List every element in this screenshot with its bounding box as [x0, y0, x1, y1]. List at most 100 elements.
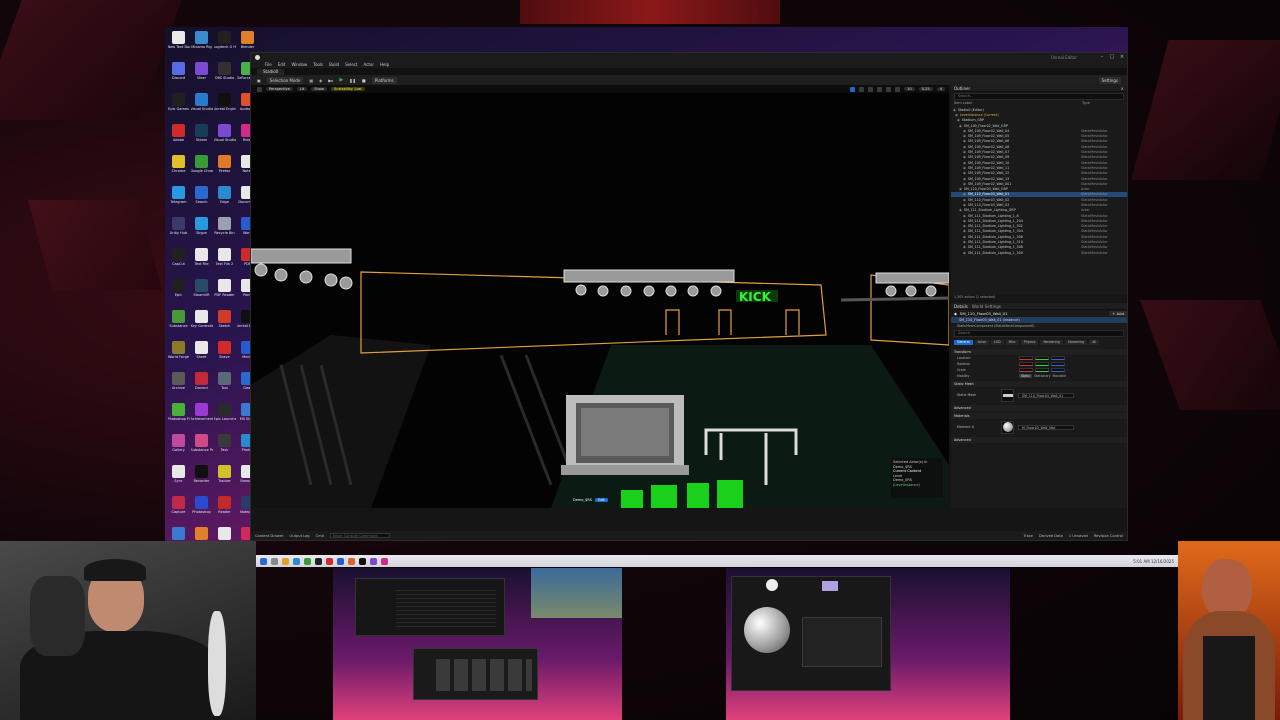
rotate-tool-icon[interactable]: [868, 86, 874, 92]
desktop-shortcut[interactable]: Sketch: [213, 308, 236, 339]
desktop-shortcut[interactable]: Blender 4: [190, 525, 213, 541]
show-button[interactable]: Show: [311, 87, 327, 91]
visibility-eye-icon[interactable]: ◉: [963, 145, 966, 149]
rotation-y[interactable]: [1035, 362, 1049, 366]
desktop-shortcut[interactable]: Substance: [167, 308, 190, 339]
desktop-shortcut[interactable]: World Forge: [167, 339, 190, 370]
outliner-row[interactable]: ◉ SM_109_Floor02_Wall_07 StaticMeshActor: [951, 149, 1127, 154]
outliner-row[interactable]: ◉ SM_109_Floor02_Wall_05 StaticMeshActor: [951, 133, 1127, 138]
outliner-title[interactable]: Outliner: [954, 86, 970, 91]
trace-button[interactable]: Trace: [1023, 534, 1033, 538]
desktop-shortcut[interactable]: Tool: [213, 370, 236, 401]
visibility-eye-icon[interactable]: ◉: [963, 192, 966, 196]
taskbar-app-icon[interactable]: [359, 557, 366, 565]
desktop-shortcut[interactable]: Reader: [213, 494, 236, 525]
material-thumbnail[interactable]: [1001, 420, 1014, 434]
rotation-x[interactable]: [1019, 362, 1033, 366]
taskbar-app-icon[interactable]: [370, 557, 377, 565]
details-filter-tab[interactable]: Streaming: [1064, 340, 1088, 345]
mesh-thumbnail[interactable]: [1001, 388, 1014, 402]
visibility-eye-icon[interactable]: ◉: [963, 177, 966, 181]
material-combo[interactable]: M_Floor03_Wall_Mat: [1018, 424, 1074, 430]
scale-x[interactable]: [1019, 368, 1033, 372]
location-z[interactable]: [1051, 356, 1065, 360]
taskbar-app-icon[interactable]: [293, 557, 300, 565]
desktop-shortcut[interactable]: Photoshop Files: [167, 401, 190, 432]
desktop-shortcut[interactable]: Mixamo Rig: [190, 29, 213, 60]
desktop-shortcut[interactable]: OBS Studio: [213, 60, 236, 91]
desktop-shortcut[interactable]: New Text Document: [167, 29, 190, 60]
visibility-eye-icon[interactable]: ◉: [957, 118, 960, 122]
badge-tag[interactable]: Edit: [595, 498, 608, 502]
location-y[interactable]: [1035, 356, 1049, 360]
visibility-eye-icon[interactable]: ◉: [963, 224, 966, 228]
outliner-row[interactable]: ◉ SM_110_Floor03_Wall_03 StaticMeshActor: [951, 202, 1127, 207]
tab-level[interactable]: Stadio0: [257, 68, 285, 75]
visibility-eye-icon[interactable]: ◉: [963, 161, 966, 165]
visibility-eye-icon[interactable]: ◉: [963, 129, 966, 133]
outliner-row[interactable]: ◉ SM_109_Floor02_Wall_001 StaticMeshActor: [951, 181, 1127, 186]
close-icon[interactable]: ×: [1117, 54, 1127, 60]
desktop-shortcut[interactable]: Davinci: [190, 370, 213, 401]
outliner-row[interactable]: ◉ SM_111_Stadium_Lighting_1_304 StaticMesh…: [951, 229, 1127, 234]
desktop-shortcut[interactable]: Achievement: [190, 401, 213, 432]
desktop-shortcut[interactable]: Key Controller: [190, 308, 213, 339]
move-tool-icon[interactable]: [859, 86, 865, 92]
desktop-shortcut[interactable]: Brave: [213, 339, 236, 370]
details-filter-tab[interactable]: Misc: [1005, 340, 1019, 345]
cinematics-icon[interactable]: ▶▸: [328, 78, 333, 83]
maximize-icon[interactable]: □: [1107, 54, 1117, 60]
output-log-button[interactable]: Output Log: [290, 534, 310, 538]
desktop-shortcut[interactable]: Text File: [190, 246, 213, 277]
desktop-shortcut[interactable]: Viber: [190, 60, 213, 91]
visibility-eye-icon[interactable]: ◉: [963, 203, 966, 207]
visibility-eye-icon[interactable]: ◉: [963, 251, 966, 255]
col-type[interactable]: Type: [1082, 101, 1124, 107]
cmd-dropdown[interactable]: Cmd: [316, 534, 324, 538]
menu-item[interactable]: Help: [380, 62, 389, 67]
desktop-shortcut[interactable]: App: [167, 525, 190, 541]
scale-y[interactable]: [1035, 368, 1049, 372]
selection-mode-button[interactable]: Selection Mode: [266, 76, 304, 84]
pause-icon[interactable]: ❚❚: [349, 78, 356, 83]
scalability-warning[interactable]: Scalability: Low: [330, 87, 365, 91]
outliner-row[interactable]: ◉ SM_109_Floor02_Wall_12 StaticMeshActor: [951, 171, 1127, 176]
taskbar-app-icon[interactable]: [348, 557, 355, 565]
settings-button[interactable]: Settings: [1098, 76, 1121, 84]
desktop-shortcut[interactable]: Gallery: [167, 432, 190, 463]
desktop-shortcut[interactable]: Telegram: [167, 184, 190, 215]
visibility-eye-icon[interactable]: ◉: [959, 187, 962, 191]
desktop-shortcut[interactable]: Edge: [213, 184, 236, 215]
details-filter-tab[interactable]: Rendering: [1040, 340, 1063, 345]
desktop-shortcut[interactable]: Firefox: [213, 153, 236, 184]
desktop-shortcut[interactable]: Visual Studio: [213, 122, 236, 153]
desktop-shortcut[interactable]: Visual Studio Code: [190, 91, 213, 122]
visibility-eye-icon[interactable]: ◉: [963, 150, 966, 154]
menu-item[interactable]: Select: [345, 62, 357, 67]
desktop-shortcut[interactable]: Tracker: [213, 463, 236, 494]
desktop-shortcut[interactable]: Epic Launcher: [213, 401, 236, 432]
details-filter-tab[interactable]: Actor: [974, 340, 989, 345]
taskbar-app-icon[interactable]: [337, 557, 344, 565]
details-filter-tab[interactable]: Physics: [1020, 340, 1039, 345]
world-settings-tab[interactable]: World Settings: [972, 304, 1001, 309]
visibility-eye-icon[interactable]: ◉: [953, 108, 956, 112]
desktop-shortcut[interactable]: Discord: [167, 60, 190, 91]
outliner-row[interactable]: ◉ SM_110_Floor03_Wall_GRP Actor: [951, 186, 1127, 191]
outliner-search-input[interactable]: Search...: [954, 93, 1124, 100]
derived-data-button[interactable]: Derived Data: [1039, 534, 1063, 538]
tray-clock[interactable]: 5:01 AM 12/16/2025: [1133, 559, 1178, 564]
desktop-shortcut[interactable]: Steam: [190, 122, 213, 153]
stop-icon[interactable]: ■: [362, 78, 366, 83]
window-preview-2[interactable]: [726, 568, 1010, 720]
visibility-eye-icon[interactable]: ◉: [955, 113, 958, 117]
start-icon[interactable]: [260, 557, 267, 565]
taskbar-app-icon[interactable]: [326, 557, 333, 565]
visibility-eye-icon[interactable]: ◉: [959, 124, 962, 128]
outliner-row[interactable]: ◉ SM_109_Floor02_Wall_06 StaticMeshActor: [951, 139, 1127, 144]
unsaved-button[interactable]: 1 Unsaved: [1069, 534, 1088, 538]
visibility-eye-icon[interactable]: ◉: [963, 171, 966, 175]
mobility-movable[interactable]: Movable: [1053, 374, 1066, 378]
desktop-shortcut[interactable]: Unreal Engine: [213, 91, 236, 122]
close-icon[interactable]: ×: [1121, 86, 1124, 91]
